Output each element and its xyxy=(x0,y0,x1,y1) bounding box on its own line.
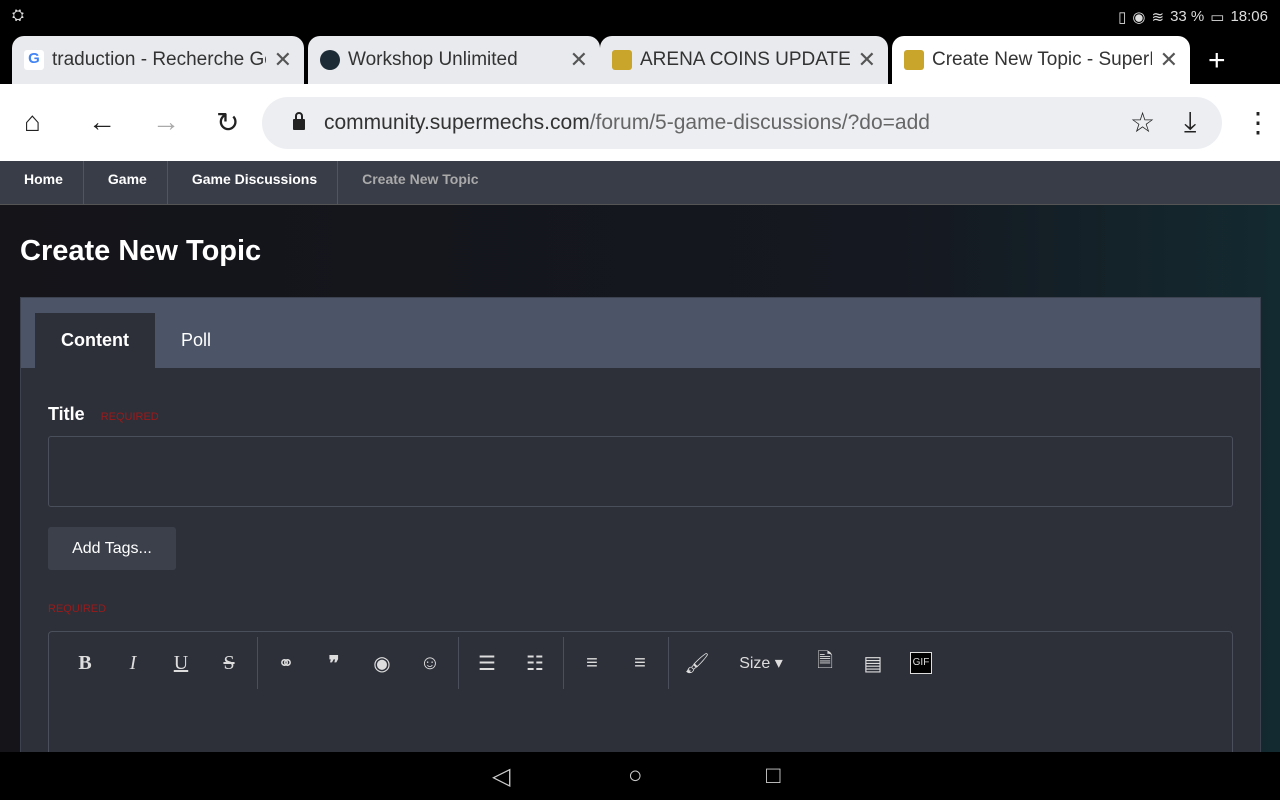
menu-icon[interactable]: ⋮ xyxy=(1244,106,1272,139)
lock-icon xyxy=(293,112,305,130)
close-tab-icon[interactable]: ✕ xyxy=(274,47,292,73)
strikethrough-button[interactable]: S xyxy=(205,652,253,675)
battery-percent: 33 % xyxy=(1170,8,1205,25)
link-icon[interactable]: ⚭ xyxy=(262,651,310,676)
home-icon[interactable]: ⌂ xyxy=(24,106,41,138)
title-input[interactable] xyxy=(48,436,1233,507)
wifi-icon: ≋ xyxy=(1151,9,1165,26)
home-nav-icon[interactable]: ○ xyxy=(628,762,643,790)
bold-button[interactable]: B xyxy=(61,652,109,675)
quote-icon[interactable]: ❞ xyxy=(310,651,358,676)
emoji-icon[interactable]: ☺ xyxy=(406,652,454,675)
spoiler-eye-icon[interactable]: ◉ xyxy=(358,651,406,676)
align-center-icon[interactable]: ≡ xyxy=(616,652,664,675)
browser-tab-active[interactable]: Create New Topic - SuperM ✕ xyxy=(892,36,1190,84)
breadcrumb-home[interactable]: Home xyxy=(0,160,84,205)
gif-button[interactable]: GIF xyxy=(910,652,932,674)
close-tab-icon[interactable]: ✕ xyxy=(858,47,876,73)
browser-tab[interactable]: Workshop Unlimited ✕ xyxy=(308,36,600,84)
bullet-list-icon[interactable]: ☰ xyxy=(463,651,511,676)
back-nav-icon[interactable]: ◁ xyxy=(492,762,510,791)
battery-icon: ▭ xyxy=(1210,9,1225,26)
clock: 18:06 xyxy=(1230,8,1268,25)
back-icon[interactable]: ← xyxy=(88,106,116,138)
status-bar: ⛭ ▯ ◉ ≋ 33 % ▭ 18:06 xyxy=(0,0,1280,34)
size-dropdown[interactable]: Size ▾ xyxy=(721,653,801,673)
tab-content[interactable]: Content xyxy=(35,313,155,368)
browser-tab[interactable]: ARENA COINS UPDATE - G✕ xyxy=(600,36,888,84)
robot-icon: ⛭ xyxy=(12,7,25,24)
download-icon[interactable]: ⤓ xyxy=(1184,106,1196,139)
tab-poll[interactable]: Poll xyxy=(155,313,237,368)
divider xyxy=(668,637,669,689)
align-left-icon[interactable]: ≡ xyxy=(568,652,616,675)
divider xyxy=(257,637,258,689)
brush-icon[interactable]: 🖌 xyxy=(673,651,721,676)
supermechs-icon xyxy=(612,50,632,70)
underline-button[interactable]: U xyxy=(157,652,205,675)
topic-form: Content Poll Title REQUIRED Add Tags... R… xyxy=(20,297,1261,771)
breadcrumb-game[interactable]: Game xyxy=(84,160,168,205)
page-content: Create New Topic Content Poll Title REQUI… xyxy=(0,205,1280,771)
workshop-icon xyxy=(320,50,340,70)
editor-toolbar: B I U S ⚭ ❞ ◉ ☺ ☰ ☷ ≡ ≡ 🖌 Size ▾ 🗎 ▤ GIF xyxy=(49,632,932,694)
recents-nav-icon[interactable]: □ xyxy=(766,762,781,790)
close-tab-icon[interactable]: ✕ xyxy=(570,47,588,73)
breadcrumb-current: Create New Topic xyxy=(362,170,479,187)
forward-icon[interactable]: → xyxy=(152,106,180,138)
breadcrumb-game-discussions[interactable]: Game Discussions xyxy=(168,160,339,205)
add-tags-button[interactable]: Add Tags... xyxy=(48,527,176,570)
page-title: Create New Topic xyxy=(20,235,262,267)
title-label: Title xyxy=(48,404,85,424)
content-editor[interactable]: B I U S ⚭ ❞ ◉ ☺ ☰ ☷ ≡ ≡ 🖌 Size ▾ 🗎 ▤ GIF xyxy=(48,631,1233,771)
eye-icon: ◉ xyxy=(1132,9,1146,26)
breadcrumb: Home Game Game Discussions Create New To… xyxy=(0,160,1280,205)
reload-icon[interactable]: ↻ xyxy=(216,106,239,139)
template-icon[interactable]: ▤ xyxy=(849,651,897,676)
browser-tabs: Gtraduction - Recherche Goo ✕ Workshop Un… xyxy=(0,34,1280,84)
new-tab-icon[interactable]: + xyxy=(1208,44,1226,78)
browser-tab[interactable]: Gtraduction - Recherche Goo ✕ xyxy=(12,36,304,84)
toolbar: ⌂ ← → ↻ community.supermechs.com/forum/5… xyxy=(0,84,1280,161)
vibrate-icon: ▯ xyxy=(1118,9,1127,26)
numbered-list-icon[interactable]: ☷ xyxy=(511,651,559,676)
url-bar[interactable]: community.supermechs.com/forum/5-game-di… xyxy=(262,97,1222,149)
required-label: REQUIRED xyxy=(48,603,107,615)
divider xyxy=(563,637,564,689)
supermechs-icon xyxy=(904,50,924,70)
italic-button[interactable]: I xyxy=(109,652,157,675)
divider xyxy=(458,637,459,689)
google-icon: G xyxy=(24,50,44,70)
document-icon[interactable]: 🗎 xyxy=(801,646,849,680)
required-label: REQUIRED xyxy=(100,411,159,423)
android-nav-bar: ◁ ○ □ xyxy=(0,752,1280,800)
close-tab-icon[interactable]: ✕ xyxy=(1160,47,1178,73)
star-icon[interactable]: ☆ xyxy=(1130,106,1155,139)
